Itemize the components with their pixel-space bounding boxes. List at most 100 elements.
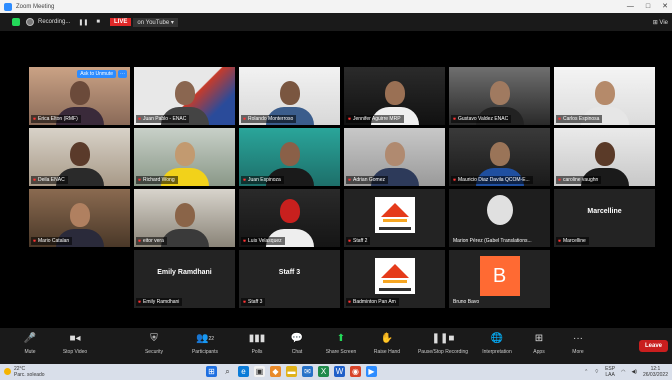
microphone-icon: 🎤 [23, 333, 37, 344]
muted-mic-icon: ⚹ [453, 177, 457, 183]
muted-mic-icon: ⚹ [348, 299, 352, 305]
participant-tile[interactable]: ⚹ Rolando Monterroso [239, 67, 340, 125]
muted-mic-icon: ⚹ [138, 177, 142, 183]
participant-tile[interactable]: ⚹ Adrian Gomez [344, 128, 445, 186]
participant-name: ⚹ Mario Catalan [31, 237, 73, 245]
participant-tile[interactable]: ⚹ Carlos Espinosa [554, 67, 655, 125]
muted-mic-icon: ⚹ [348, 116, 352, 122]
participant-tile[interactable]: Emily Ramdhani ⚹ Emily Ramdhani [134, 250, 235, 308]
share-screen-button[interactable]: ⬆ Share Screen [316, 332, 366, 355]
stop-video-button[interactable]: ■◂ Stop Video [50, 332, 100, 355]
participant-name: ⚹ Luis Velasquez [241, 237, 285, 245]
security-button[interactable]: ⛨ Security [129, 332, 179, 355]
badminton-pan-am-logo [374, 258, 415, 294]
wifi-icon[interactable]: ◠ [621, 369, 625, 375]
minimize-button[interactable]: — [627, 0, 634, 13]
participant-tile-active-speaker[interactable]: ⚹ Juan Pablo - ENAC [134, 67, 235, 125]
participant-tile[interactable]: B Bruno Bavo [449, 250, 550, 308]
participant-name: ⚹ Richard Wong [136, 176, 178, 184]
network-icon[interactable]: ⌔ [594, 369, 599, 375]
pause-stop-recording-button[interactable]: ❚❚■ Pause/Stop Recording [416, 332, 470, 355]
view-button[interactable]: ⊞ Vie [653, 19, 668, 26]
participant-tile[interactable]: ⚹ Juan Espinoza [239, 128, 340, 186]
recording-status: Recording... [38, 19, 71, 25]
system-clock[interactable]: 12:1 26/03/2022 [643, 366, 668, 378]
raise-hand-icon: ✋ [380, 333, 394, 344]
muted-mic-icon: ⚹ [243, 299, 247, 305]
input-language[interactable]: ESP LAA [605, 366, 615, 378]
participant-tile[interactable]: Staff 3 ⚹ Staff 3 [239, 250, 340, 308]
encryption-shield-icon[interactable] [12, 18, 20, 26]
participant-tile[interactable]: ⚹ caroline vaughn [554, 128, 655, 186]
video-camera-icon: ■◂ [69, 333, 81, 344]
recording-icon [26, 18, 34, 26]
system-tray: ⌃ ⌔ ESP LAA ◠ ◀) 12:1 26/03/2022 [584, 366, 668, 378]
ask-to-unmute-button[interactable]: Ask to Unmute [77, 70, 116, 78]
participant-name: Bruno Bavo [453, 299, 480, 305]
pause-recording-button[interactable]: ❚❚ [78, 19, 88, 26]
participant-name: ⚹ Carlos Espinosa [556, 115, 603, 123]
participant-name: Marion Pérez (Gabel Translations... [453, 238, 532, 244]
participant-tile[interactable]: ⚹ Mario Catalan [29, 189, 130, 247]
youtube-stream-menu[interactable]: on YouTube ▾ [133, 17, 178, 27]
participant-tile[interactable]: Ask to Unmute ··· ⚹ Erica Elton (RMF) [29, 67, 130, 125]
task-view-icon[interactable]: ▣ [254, 366, 265, 377]
muted-mic-icon: ⚹ [558, 177, 562, 183]
participant-tile[interactable]: ⚹ Staff 2 [344, 189, 445, 247]
mute-button[interactable]: 🎤 Mute [5, 332, 55, 355]
leave-button[interactable]: Leave [638, 340, 668, 352]
muted-mic-icon: ⚹ [243, 177, 247, 183]
participants-button[interactable]: 👥22 Participants [180, 332, 230, 355]
muted-mic-icon: ⚹ [348, 177, 352, 183]
windows-start-icon[interactable]: ⊞ [206, 366, 217, 377]
participant-display-name: Staff 3 [278, 269, 301, 276]
muted-mic-icon: ⚹ [243, 116, 247, 122]
participant-name: ⚹ Rolando Monterroso [241, 115, 297, 123]
participant-tile[interactable]: ⚹ Gustavo Valdez ENAC [449, 67, 550, 125]
participant-tile[interactable]: ⚹ Badminton Pan Am [344, 250, 445, 308]
participant-more-button[interactable]: ··· [118, 70, 127, 78]
close-button[interactable]: ✕ [662, 0, 668, 13]
volume-icon[interactable]: ◀) [631, 369, 637, 375]
participant-tile[interactable]: Marion Pérez (Gabel Translations... [449, 189, 550, 247]
meeting-toolbar: 🎤 Mute ■◂ Stop Video ⛨ Security 👥22 Part… [0, 328, 672, 364]
participant-tile[interactable]: ⚹ Deila ENAC [29, 128, 130, 186]
stop-recording-button[interactable]: ■ [96, 19, 100, 25]
pause-stop-icon: ❚❚■ [431, 333, 455, 344]
zoom-app-icon[interactable]: ▶ [366, 366, 377, 377]
chat-button[interactable]: 💬 Chat [272, 332, 322, 355]
more-button[interactable]: ··· More [553, 332, 603, 355]
participant-tile[interactable]: ⚹ Mauricio Diaz Davila QCOM-E... [449, 128, 550, 186]
zoom-logo-icon [4, 2, 12, 11]
app-icon[interactable]: ◆ [270, 366, 281, 377]
muted-mic-icon: ⚹ [243, 238, 247, 244]
participant-tile[interactable]: ⚹ Richard Wong [134, 128, 235, 186]
mail-icon[interactable]: ✉ [302, 366, 313, 377]
word-icon[interactable]: W [334, 366, 345, 377]
file-explorer-icon[interactable]: ▬ [286, 366, 297, 377]
muted-mic-icon: ⚹ [33, 238, 37, 244]
search-icon[interactable]: ⌕ [222, 366, 233, 377]
participant-name: ⚹ Marcelline [556, 237, 589, 245]
participant-tile[interactable]: ⚹ Luis Velasquez [239, 189, 340, 247]
participant-tile[interactable]: ⚹ eitor vera [134, 189, 235, 247]
excel-icon[interactable]: X [318, 366, 329, 377]
chrome-icon[interactable]: ◉ [350, 366, 361, 377]
participant-display-name: Emily Ramdhani [157, 269, 212, 276]
live-badge: LIVE [110, 18, 132, 26]
edge-browser-icon[interactable]: e [238, 366, 249, 377]
participant-name: ⚹ Juan Espinoza [241, 176, 284, 184]
participant-name: ⚹ Jennifer Aguirre MRP [346, 115, 404, 123]
weather-widget[interactable]: 22°C Parc. soleado [14, 366, 45, 378]
participant-tile[interactable]: ⚹ Jennifer Aguirre MRP [344, 67, 445, 125]
participant-tile[interactable]: Marcelline ⚹ Marcelline [554, 189, 655, 247]
weather-icon[interactable] [4, 368, 11, 375]
muted-mic-icon: ⚹ [558, 116, 562, 122]
participant-name: ⚹ Staff 3 [241, 298, 266, 306]
maximize-button[interactable]: □ [646, 0, 650, 13]
shield-icon: ⛨ [150, 333, 158, 344]
avatar: B [479, 256, 520, 296]
raise-hand-button[interactable]: ✋ Raise Hand [362, 332, 412, 355]
chevron-up-icon[interactable]: ⌃ [584, 369, 588, 375]
share-screen-icon: ⬆ [336, 333, 346, 344]
